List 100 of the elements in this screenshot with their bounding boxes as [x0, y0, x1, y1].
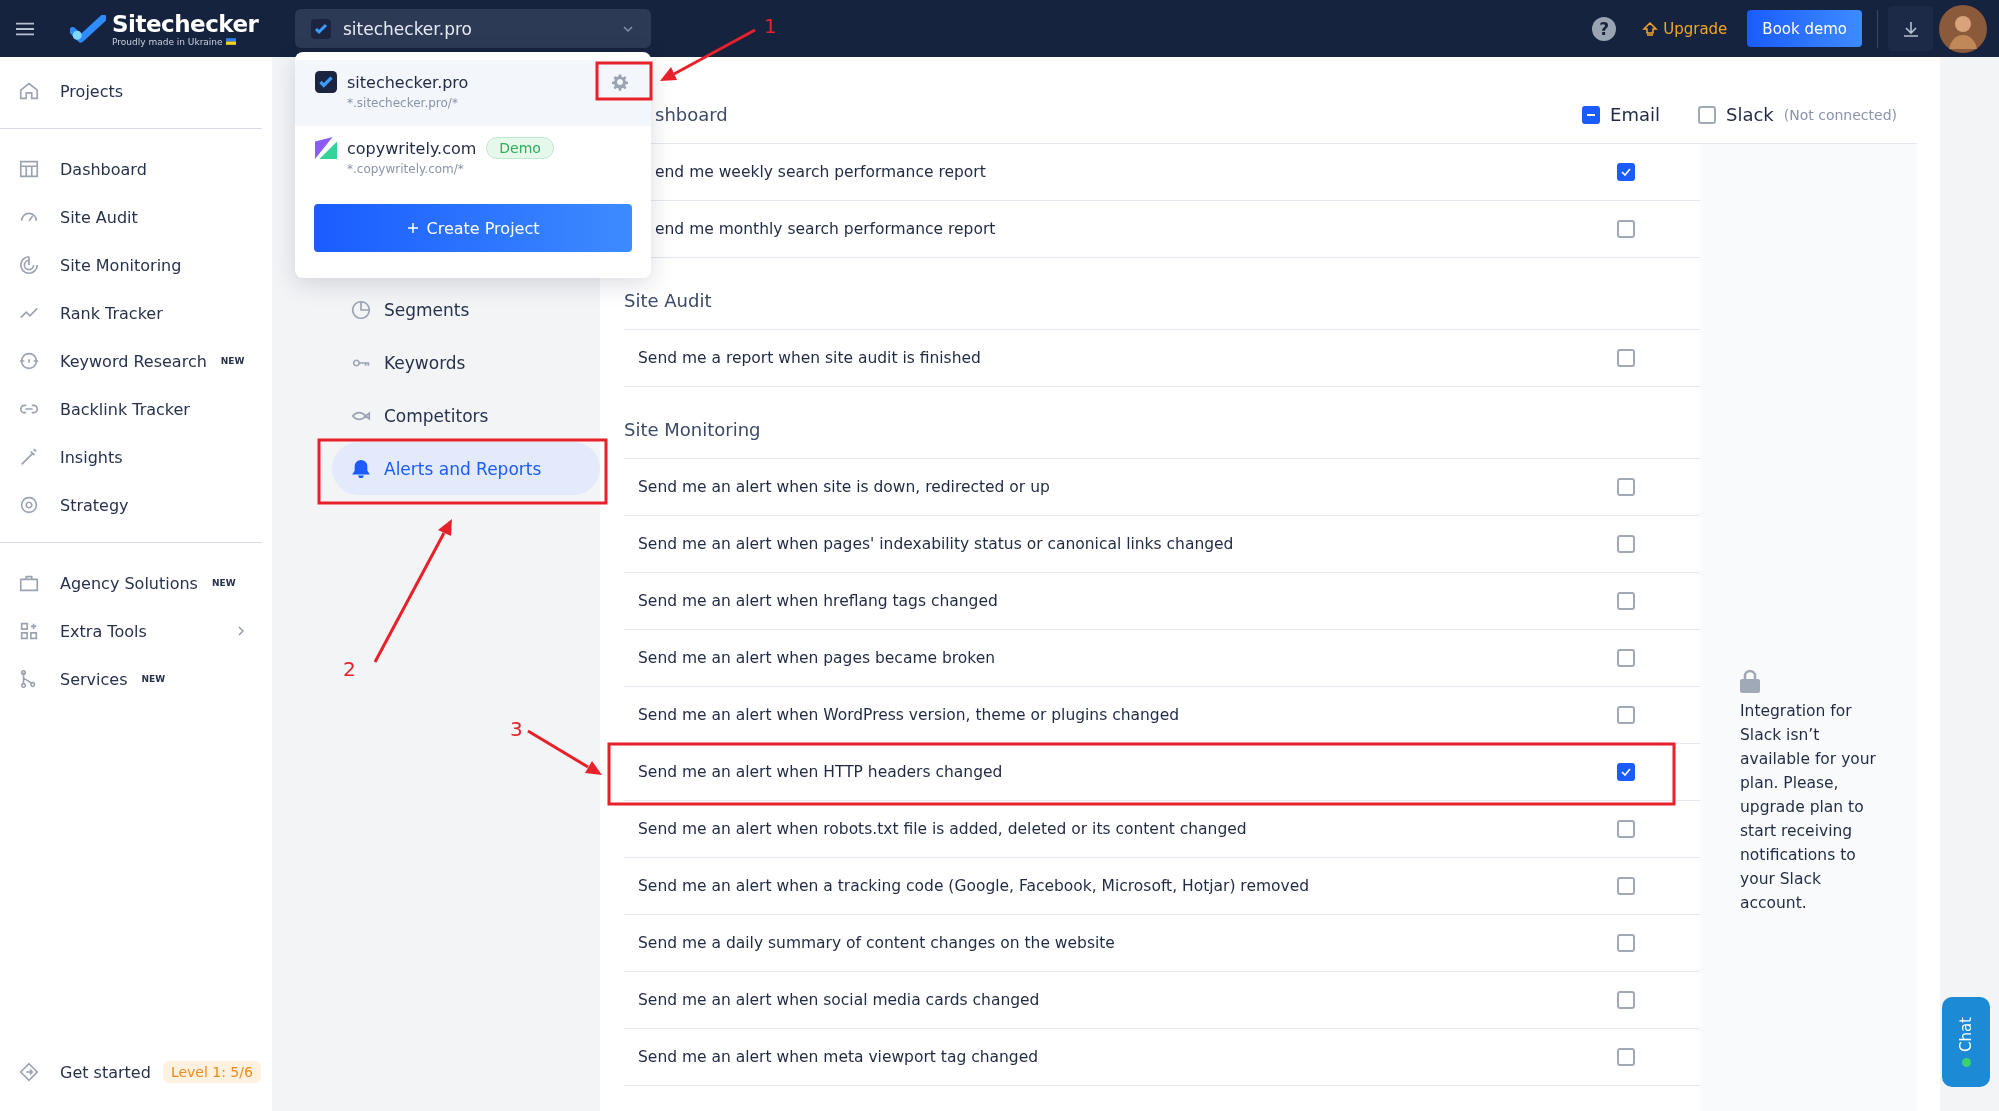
pie-chart-icon	[350, 298, 372, 321]
annotation-number: 3	[510, 717, 523, 741]
crosshair-icon	[18, 350, 40, 372]
new-label: NEW	[220, 356, 245, 366]
setting-label: end me weekly search performance report	[654, 163, 987, 181]
section-title: shboard	[654, 104, 728, 125]
slack-notice: Integration for Slack isn’t available for your plan. Please, upgrade plan to start receiving notifications to your Slack account.	[1740, 701, 1877, 914]
plus-icon	[406, 222, 419, 234]
project-item[interactable]: sitechecker.pro *.sitechecker.pro/*	[295, 60, 651, 126]
setting-label: end me monthly search performance report	[654, 220, 997, 238]
checkbox[interactable]	[1617, 349, 1635, 367]
setting-label: Send me an alert when hreflang tags changed	[638, 592, 999, 610]
sidebar-item[interactable]: Services NEW	[0, 655, 272, 703]
help-button[interactable]: ?	[1592, 16, 1617, 41]
annotation-number: 2	[343, 657, 356, 681]
sidebar-item[interactable]: Dashboard	[0, 145, 272, 193]
sidebar-item[interactable]: Keyword Research NEW	[0, 337, 272, 385]
check-icon	[1620, 166, 1632, 178]
checkbox[interactable]	[1617, 877, 1635, 895]
new-label: NEW	[141, 674, 166, 684]
subnav-item[interactable]: Alerts and Reports	[332, 442, 600, 495]
flag-icon	[225, 38, 236, 45]
checkbox[interactable]	[1617, 220, 1635, 238]
sidebar-item[interactable]: Backlink Tracker	[0, 385, 272, 433]
highlight-frame	[595, 61, 653, 101]
sidebar-item[interactable]: Projects	[0, 67, 272, 115]
checkbox[interactable]	[1617, 535, 1635, 553]
sidebar-item[interactable]: Insights	[0, 433, 272, 481]
check-logo-icon	[311, 18, 331, 39]
checkbox[interactable]	[1698, 105, 1716, 124]
demo-badge: Demo	[486, 137, 554, 159]
new-label: NEW	[211, 578, 236, 588]
setting-label: Send me an alert when meta viewport tag changed	[638, 1048, 1040, 1066]
level-badge: Level 1: 5/6	[162, 1061, 261, 1083]
annotation-number: 1	[764, 14, 777, 38]
section-title: Site Monitoring	[624, 419, 761, 440]
setting-label: Send me an alert when social media cards changed	[638, 991, 1041, 1009]
subnav-item[interactable]: Segments	[332, 283, 600, 336]
arrow-up-icon	[1642, 20, 1659, 37]
project-item[interactable]: copywritely.com Demo *.copywritely.com/*	[295, 126, 651, 192]
radar-icon	[18, 254, 40, 276]
avatar[interactable]	[1939, 4, 1987, 53]
check-icon	[1620, 766, 1632, 778]
target-icon	[18, 494, 40, 516]
setting-label: Send me a daily summary of content changes on the website	[638, 934, 1116, 952]
checkbox[interactable]	[1617, 163, 1635, 181]
setting-label: Send me an alert when WordPress version, theme or plugins changed	[638, 706, 1181, 724]
upgrade-button[interactable]: Upgrade	[1642, 19, 1728, 38]
url-pattern: *.sitechecker.pro/*	[347, 96, 459, 110]
checkbox[interactable]	[1617, 991, 1635, 1009]
menu-icon[interactable]	[16, 21, 34, 36]
checkbox[interactable]	[1617, 478, 1635, 496]
sidebar-item[interactable]: Extra Tools	[0, 607, 272, 655]
setting-label: Send me an alert when pages became broken	[638, 649, 997, 667]
section-title: Site Audit	[624, 290, 712, 311]
subnav-item[interactable]: Keywords	[332, 336, 600, 389]
sidebar-item[interactable]: Get started	[0, 1048, 151, 1096]
project-name: sitechecker.pro	[347, 72, 469, 92]
checkbox[interactable]	[1582, 105, 1601, 124]
setting-label: Send me an alert when a tracking code (Google, Facebook, Microsoft, Hotjar) removed	[638, 877, 1311, 895]
chat-button[interactable]: Chat	[1942, 997, 1990, 1087]
check-logo-icon	[315, 71, 337, 93]
column-label: Email	[1610, 104, 1660, 125]
brand-name: Sitechecker	[112, 10, 259, 37]
sidebar-item[interactable]: Site Monitoring	[0, 241, 272, 289]
sidebar-item[interactable]: Site Audit	[0, 193, 272, 241]
setting-label: Send me an alert when pages' indexability status or canonical links changed	[638, 535, 1235, 553]
setting-label: Send me a report when site audit is finished	[638, 349, 982, 367]
create-project-button[interactable]: Create Project	[314, 204, 632, 252]
checkbox[interactable]	[1617, 1048, 1635, 1066]
download-button[interactable]	[1888, 6, 1933, 51]
checkbox[interactable]	[1617, 706, 1635, 724]
project-name: copywritely.com	[347, 138, 477, 158]
setting-label: Send me an alert when site is down, redirected or up	[638, 478, 1051, 496]
lock-icon	[1740, 669, 1760, 693]
chevron-icon	[623, 25, 633, 32]
subnav-item[interactable]: Competitors	[332, 389, 600, 442]
sidebar-item[interactable]: Rank Tracker	[0, 289, 272, 337]
tagline: Proudly made in Ukraine	[112, 36, 223, 47]
diamond-icon	[18, 1061, 40, 1083]
check-logo-icon	[70, 14, 106, 43]
checkbox[interactable]	[1617, 763, 1635, 781]
url-pattern: *.copywritely.com/*	[347, 162, 465, 176]
setting-label: Send me an alert when HTTP headers changed	[638, 763, 1004, 781]
checkbox[interactable]	[1617, 934, 1635, 952]
book-demo-button[interactable]: Book demo	[1747, 10, 1862, 47]
settings-icon[interactable]	[611, 73, 629, 91]
sidebar-item[interactable]: Strategy	[0, 481, 272, 529]
shape-logo-icon	[315, 137, 337, 159]
checkbox[interactable]	[1617, 820, 1635, 838]
grid-icon	[18, 620, 40, 642]
column-label: Slack	[1726, 104, 1774, 125]
sidebar-item[interactable]: Agency Solutions NEW	[0, 559, 272, 607]
project-selector[interactable]: sitechecker.pro	[295, 9, 651, 48]
checkbox[interactable]	[1617, 649, 1635, 667]
bell-icon	[350, 457, 372, 480]
house-icon	[18, 80, 40, 102]
table-icon	[18, 158, 40, 180]
connection-status: (Not connected)	[1783, 106, 1897, 123]
checkbox[interactable]	[1617, 592, 1635, 610]
